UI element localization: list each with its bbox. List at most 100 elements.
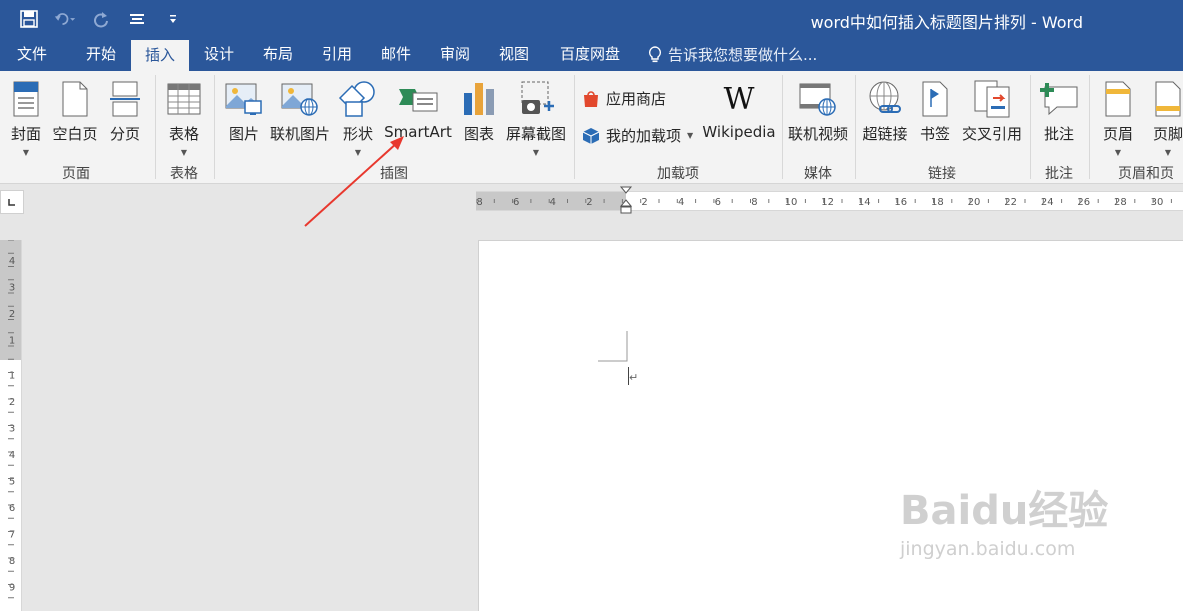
table-button[interactable]: 表格 ▼ xyxy=(160,77,208,157)
bookmark-button[interactable]: 书签 xyxy=(914,77,956,144)
title-bar: word中如何插入标题图片排列 - Word xyxy=(0,0,1183,38)
chart-icon xyxy=(464,83,494,115)
shapes-icon xyxy=(338,81,375,117)
bookmark-label: 书签 xyxy=(919,125,950,143)
tab-baidu-netdisk[interactable]: 百度网盘 xyxy=(546,38,634,71)
indent-marker[interactable] xyxy=(619,186,633,216)
watermark-brand: Baidu经验 xyxy=(900,488,1109,534)
ruler-tick-label: 8 xyxy=(476,197,482,208)
tab-references[interactable]: 引用 xyxy=(308,38,366,71)
ruler-tick-label: 24 xyxy=(1041,197,1054,208)
screenshot-icon xyxy=(521,81,554,114)
chevron-down-icon: ▼ xyxy=(22,148,30,157)
wikipedia-button[interactable]: W Wikipedia xyxy=(700,77,778,142)
chevron-down-icon: ▼ xyxy=(180,148,188,157)
store-icon xyxy=(584,90,598,107)
watermark: Baidu经验 jingyan.baidu.com xyxy=(900,478,1108,560)
page-break-button[interactable]: 分页 xyxy=(103,77,147,144)
blank-page-label: 空白页 xyxy=(52,125,98,143)
ruler-ticks: 4321123456789 xyxy=(8,240,15,599)
pictures-label: 图片 xyxy=(228,125,259,143)
tab-view[interactable]: 视图 xyxy=(485,38,543,71)
watermark-url: jingyan.baidu.com xyxy=(900,538,1076,560)
tab-mailings[interactable]: 邮件 xyxy=(367,38,425,71)
paragraph-mark: ↵ xyxy=(629,371,639,384)
store-button[interactable]: 应用商店 xyxy=(582,88,666,109)
group-label-pages: 页面 xyxy=(62,166,90,182)
save-icon[interactable] xyxy=(18,8,40,30)
chevron-down-icon: ▼ xyxy=(1164,148,1172,157)
footer-icon xyxy=(1155,81,1181,117)
chevron-down-icon: ▼ xyxy=(1114,148,1122,157)
online-video-button[interactable]: 联机视频 xyxy=(786,77,850,144)
wikipedia-icon: W xyxy=(723,81,755,117)
table-label: 表格 xyxy=(168,125,199,143)
tab-home[interactable]: 开始 xyxy=(72,38,130,71)
lightbulb-icon xyxy=(648,45,662,62)
ruler-ticks: 8 6 4 2 2 4 6 8 10 12 14 16 18 20 22 24 26 28 30 xyxy=(476,197,1172,208)
pictures-button[interactable]: 图片 xyxy=(222,77,266,144)
header-button[interactable]: 页眉 ▼ xyxy=(1096,77,1140,157)
vertical-ruler[interactable]: 4321123456789 xyxy=(0,240,22,611)
ruler-tick-label: 8 xyxy=(751,197,757,208)
undo-icon[interactable] xyxy=(54,8,76,30)
ruler-tick-label: 20 xyxy=(968,197,981,208)
quick-access-toolbar xyxy=(18,8,184,30)
tell-me-box[interactable]: 告诉我您想要做什么... xyxy=(648,38,817,71)
redo-icon[interactable] xyxy=(90,8,112,30)
cover-page-icon xyxy=(13,81,39,117)
ruler-tick-label: 22 xyxy=(1004,197,1017,208)
ruler-tick-label: 2 xyxy=(9,309,15,320)
ruler-tick-label: 4 xyxy=(678,197,684,208)
tab-design[interactable]: 设计 xyxy=(190,38,248,71)
ruler-tick-label: 6 xyxy=(513,197,519,208)
chevron-down-icon: ▼ xyxy=(687,131,694,140)
my-addins-button[interactable]: 我的加载项 ▼ xyxy=(582,125,693,146)
group-label-comments: 批注 xyxy=(1045,166,1073,182)
group-label-tables: 表格 xyxy=(170,166,198,182)
screenshot-button[interactable]: 屏幕截图 ▼ xyxy=(503,77,569,157)
wikipedia-label: Wikipedia xyxy=(702,123,776,141)
page-break-icon xyxy=(110,81,140,117)
tab-layout[interactable]: 布局 xyxy=(249,38,307,71)
my-addins-icon xyxy=(582,127,600,144)
smartart-icon xyxy=(399,89,438,112)
online-video-label: 联机视频 xyxy=(787,125,848,143)
hyperlink-button[interactable]: 超链接 xyxy=(860,77,910,144)
chart-button[interactable]: 图表 xyxy=(458,77,500,144)
tab-review[interactable]: 审阅 xyxy=(426,38,484,71)
ruler-tick-label: 1 xyxy=(9,336,15,347)
cover-page-button[interactable]: 封面 ▼ xyxy=(4,77,48,157)
comment-button[interactable]: 批注 xyxy=(1036,77,1082,144)
group-label-media: 媒体 xyxy=(804,166,832,182)
my-addins-label: 我的加载项 xyxy=(606,127,682,145)
chevron-down-icon: ▼ xyxy=(532,148,540,157)
tell-me-label: 告诉我您想要做什么... xyxy=(668,46,818,64)
blank-page-button[interactable]: 空白页 xyxy=(50,77,100,144)
touch-mode-icon[interactable] xyxy=(126,8,148,30)
cross-reference-label: 交叉引用 xyxy=(961,125,1022,143)
window-title: word中如何插入标题图片排列 - Word xyxy=(810,13,1083,32)
hyperlink-icon xyxy=(869,81,901,113)
footer-button[interactable]: 页脚 ▼ xyxy=(1146,77,1183,157)
tab-insert[interactable]: 插入 xyxy=(131,40,189,71)
bookmark-icon xyxy=(922,81,948,117)
ruler-tick-label: 28 xyxy=(1114,197,1127,208)
horizontal-ruler[interactable]: 8 6 4 2 2 4 6 8 10 12 14 16 18 20 22 24 26 28 30 xyxy=(476,186,1183,214)
tab-file[interactable]: 文件 xyxy=(0,38,64,71)
customize-qat-icon[interactable] xyxy=(162,8,184,30)
ruler-tick-label: 2 xyxy=(586,197,592,208)
ruler-tick-label: 12 xyxy=(821,197,834,208)
ruler-tick-label: 2 xyxy=(641,197,647,208)
online-pictures-icon xyxy=(281,83,318,116)
ribbon-tabs: 文件 开始 插入 设计 布局 引用 邮件 审阅 视图 百度网盘 告诉我您想要做什… xyxy=(0,38,1183,71)
ruler-tick-label: 14 xyxy=(858,197,871,208)
ruler-tick-label: 16 xyxy=(894,197,907,208)
header-label: 页眉 xyxy=(1102,125,1133,143)
screenshot-label: 屏幕截图 xyxy=(505,125,566,143)
ruler-tick-label: 3 xyxy=(9,283,15,294)
tab-selector[interactable] xyxy=(0,190,24,214)
cross-reference-button[interactable]: 交叉引用 xyxy=(960,77,1024,144)
annotation-arrow xyxy=(304,136,404,227)
ruler-tick-label: 4 xyxy=(9,256,15,267)
